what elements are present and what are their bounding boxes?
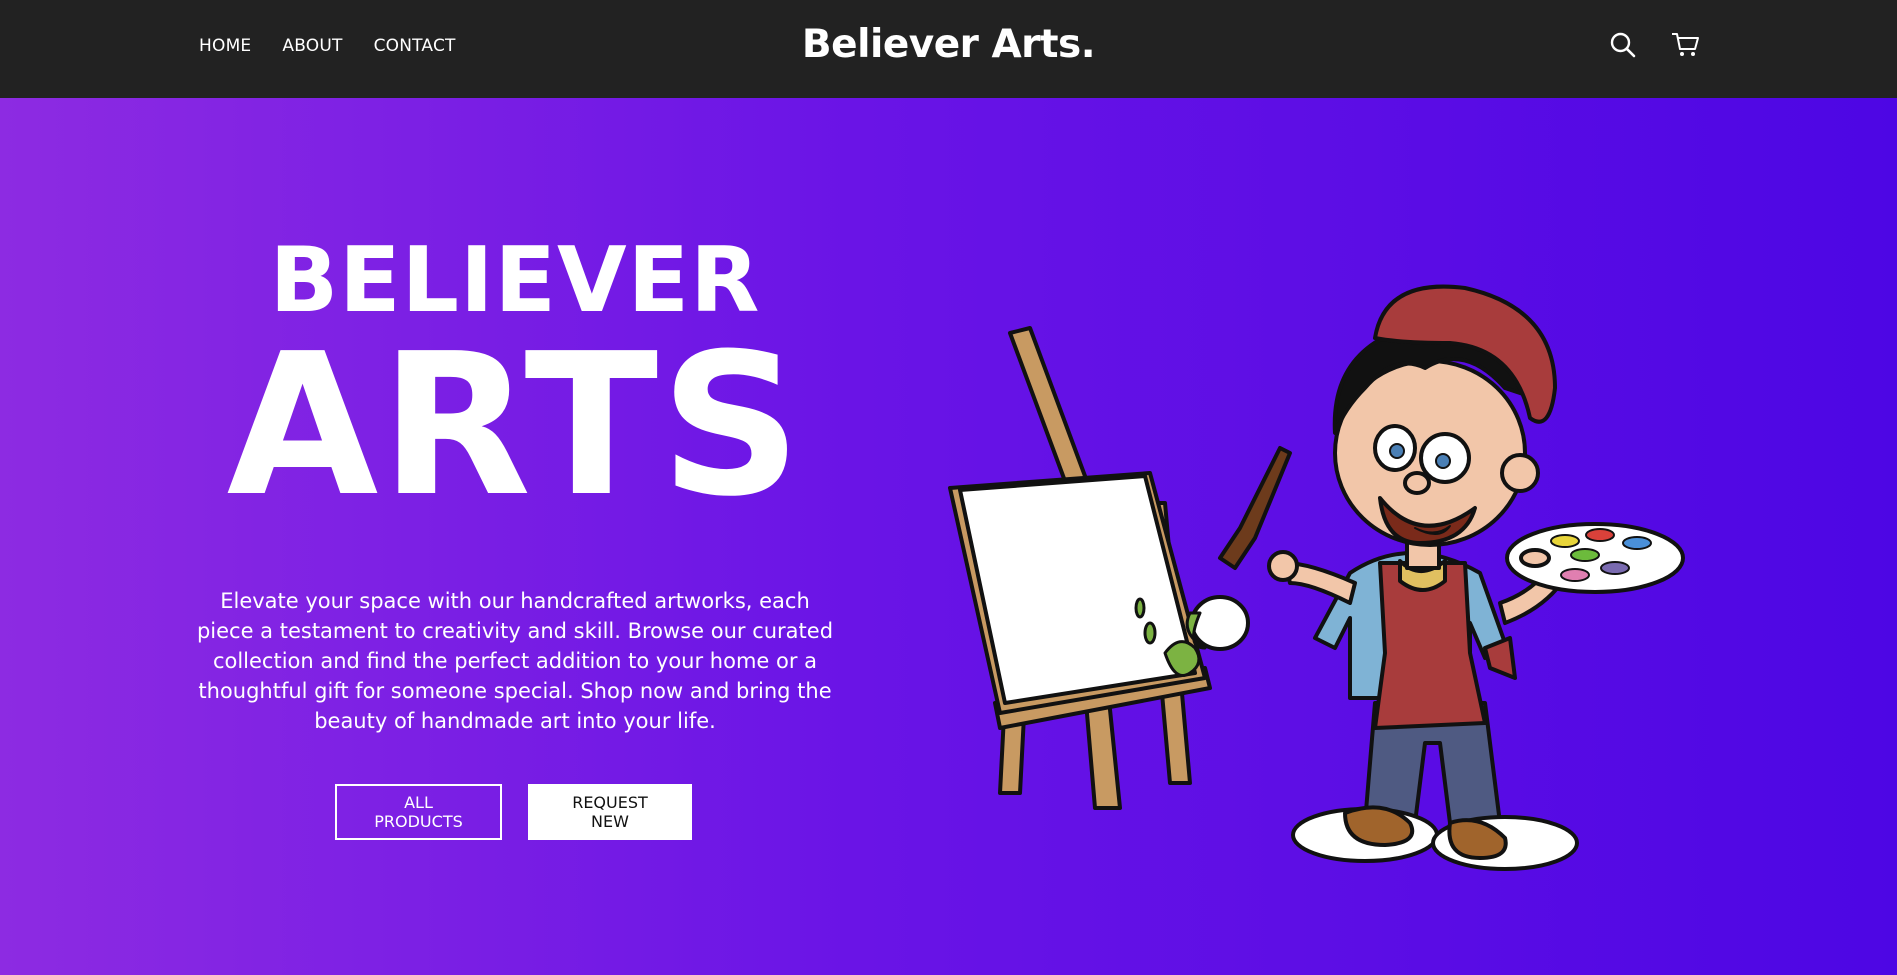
- hero-title-line2: ARTS: [226, 312, 804, 540]
- hero-buttons: ALL PRODUCTS REQUEST NEW: [335, 784, 692, 840]
- search-icon[interactable]: [1606, 28, 1640, 62]
- request-new-button[interactable]: REQUEST NEW: [528, 784, 692, 840]
- hero-section: BELIEVER ARTS Elevate your space with ou…: [0, 98, 1897, 975]
- painter-illustration: [948, 284, 1685, 871]
- brand-logo-text[interactable]: Believer Arts.: [802, 22, 1096, 67]
- navbar: HOME ABOUT CONTACT Believer Arts.: [0, 0, 1897, 98]
- nav-link-about[interactable]: ABOUT: [282, 36, 342, 56]
- nav-link-home[interactable]: HOME: [199, 36, 251, 56]
- nav-link-contact[interactable]: CONTACT: [374, 36, 456, 56]
- nav-links: HOME ABOUT CONTACT: [199, 36, 487, 56]
- all-products-button[interactable]: ALL PRODUCTS: [335, 784, 502, 840]
- hero-description: Elevate your space with our handcrafted …: [196, 589, 834, 733]
- nav-icons: [1606, 28, 1702, 62]
- cart-icon[interactable]: [1668, 28, 1702, 62]
